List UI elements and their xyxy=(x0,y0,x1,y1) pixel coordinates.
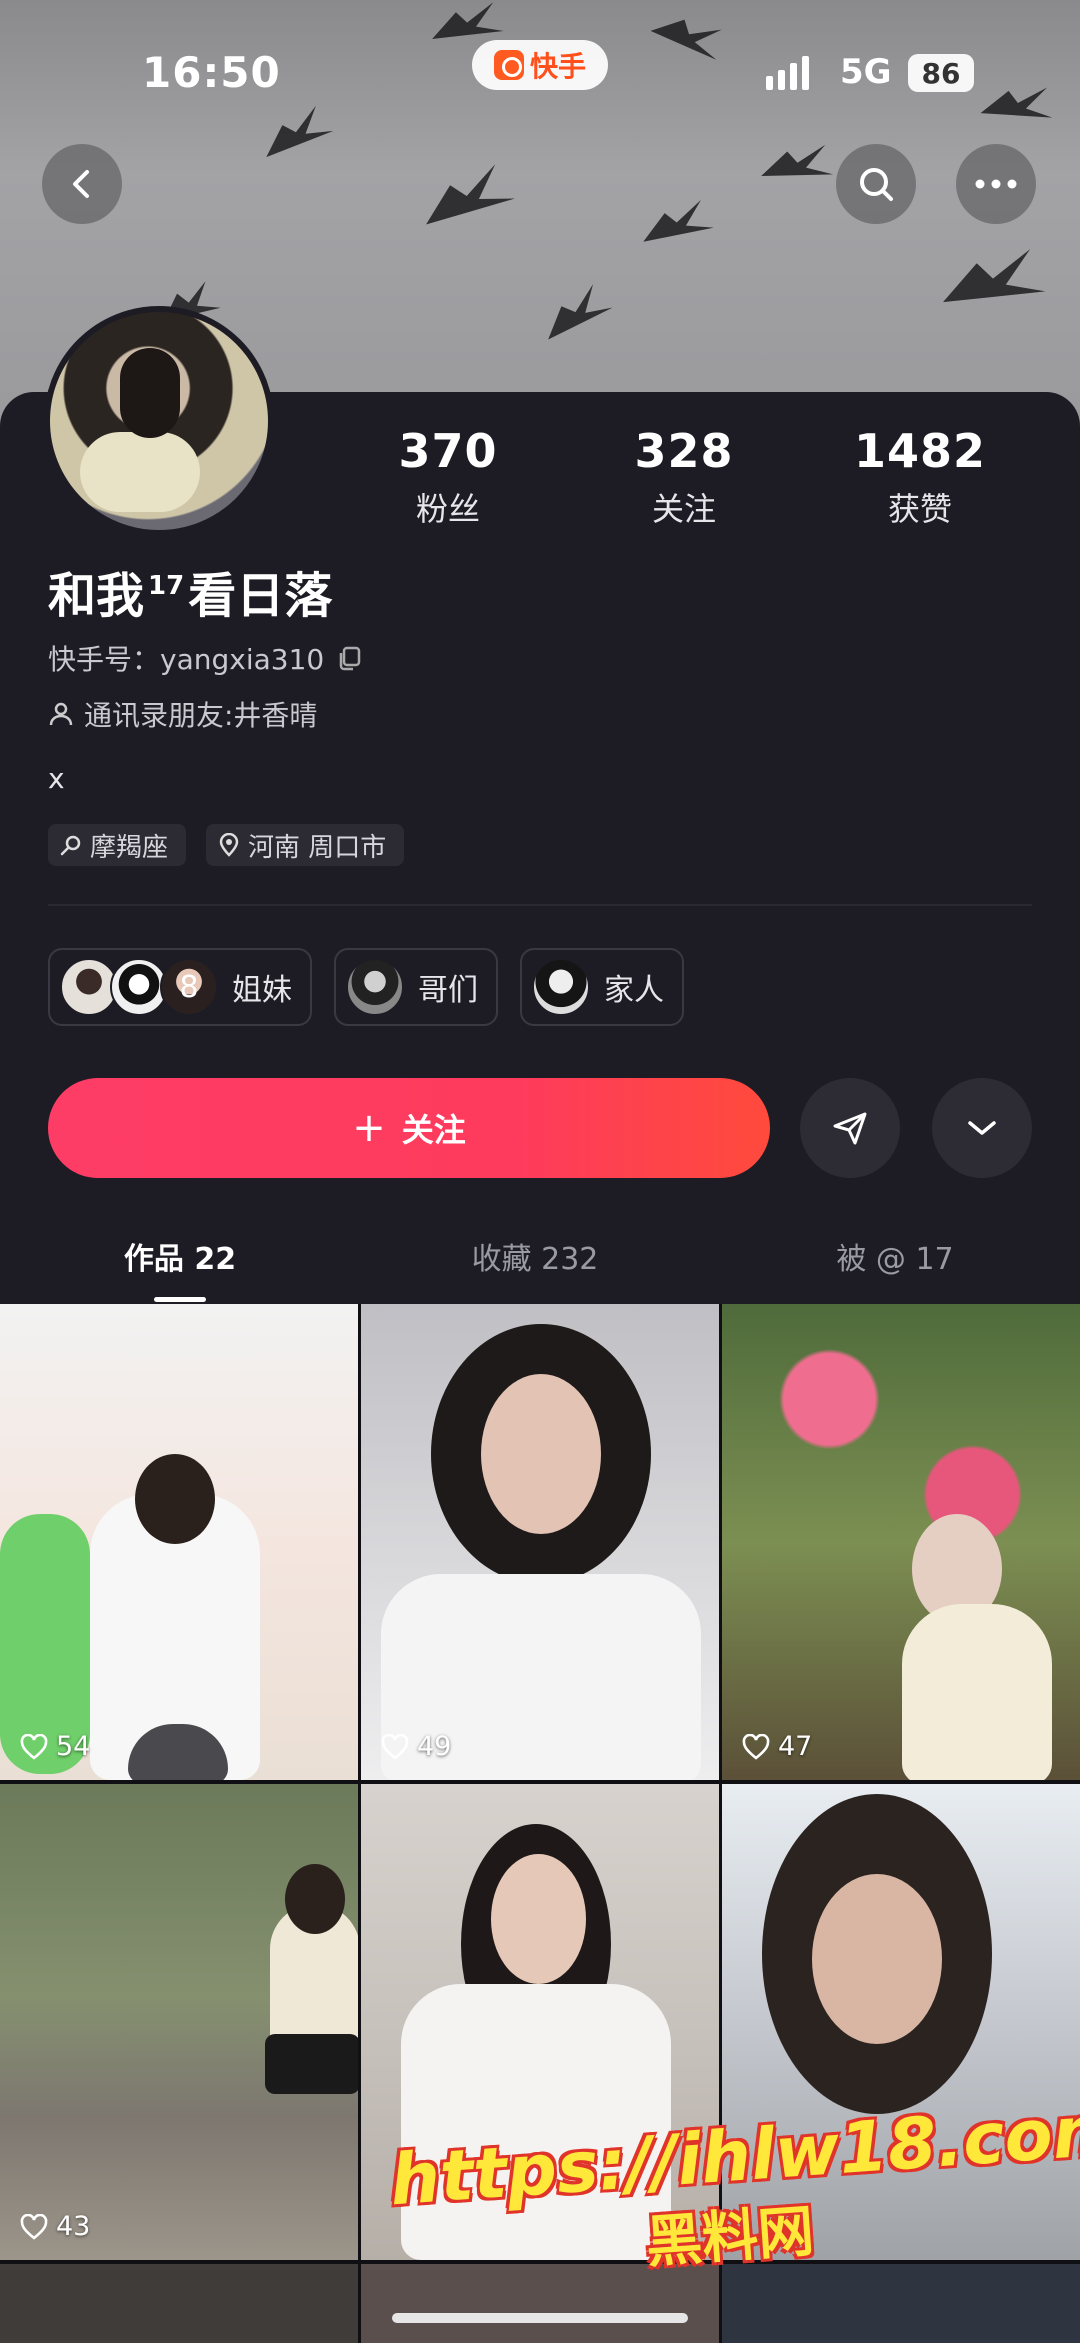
video-thumbnail[interactable]: 49 xyxy=(361,1304,719,1780)
group-member-avatar xyxy=(346,958,404,1016)
expand-button[interactable] xyxy=(932,1078,1032,1178)
heart-icon xyxy=(20,2213,48,2240)
tag-zodiac[interactable]: 摩羯座 xyxy=(48,824,187,866)
stat-value: 1482 xyxy=(853,424,987,478)
home-indicator xyxy=(392,2313,688,2323)
group-member-count: 8 xyxy=(160,958,218,1016)
butterfly-decor xyxy=(757,142,833,193)
like-count: 49 xyxy=(381,1731,451,1762)
stat-label: 粉丝 xyxy=(415,490,480,528)
share-button[interactable] xyxy=(800,1078,900,1178)
butterfly-decor xyxy=(257,103,334,171)
copy-icon[interactable] xyxy=(336,644,364,672)
kuaishou-logo-icon xyxy=(493,50,524,80)
stat-label: 获赞 xyxy=(887,490,952,528)
profile-bio: x xyxy=(48,762,65,795)
video-thumbnail[interactable]: 47 xyxy=(722,1304,1080,1780)
divider xyxy=(48,904,1032,906)
app-indicator: 快手 xyxy=(472,40,608,90)
kuaishou-id: 快手号：yangxia310 xyxy=(48,638,364,678)
heart-icon xyxy=(381,1733,409,1760)
search-icon xyxy=(860,168,893,201)
group-family[interactable]: 家人 xyxy=(520,948,684,1026)
stat-label: 关注 xyxy=(651,490,716,528)
app-name: 快手 xyxy=(529,50,586,83)
battery-icon: 86 xyxy=(908,54,974,92)
tag-location[interactable]: 河南 周口市 xyxy=(206,824,405,866)
heart-icon xyxy=(742,1733,770,1760)
group-label: 哥们 xyxy=(418,973,478,1008)
video-thumbnail[interactable] xyxy=(0,2264,358,2343)
butterfly-decor xyxy=(537,281,612,352)
group-label: 家人 xyxy=(604,973,664,1008)
profile-stats: 370 粉丝 328 关注 1482 获赞 xyxy=(330,424,1040,530)
avatar[interactable] xyxy=(44,306,274,536)
butterfly-decor xyxy=(934,244,1045,325)
back-button[interactable] xyxy=(42,144,122,224)
video-thumbnail[interactable]: 54 xyxy=(0,1304,358,1780)
follow-button[interactable]: + 关注 xyxy=(48,1078,770,1178)
tab-favorites[interactable]: 收藏 232 xyxy=(360,1216,710,1304)
plus-icon: + xyxy=(352,1105,386,1151)
zodiac-icon xyxy=(60,835,81,856)
more-dots-icon xyxy=(975,179,1017,189)
stat-followers[interactable]: 370 粉丝 xyxy=(330,424,566,530)
send-icon xyxy=(833,1112,867,1145)
video-thumbnail[interactable]: 43 xyxy=(0,1784,358,2260)
stat-value: 328 xyxy=(634,424,734,478)
friend-groups: 8 姐妹 哥们 家人 xyxy=(48,948,684,1026)
profile-name: 和我 17看日落 xyxy=(48,568,333,624)
tab-mentions[interactable]: 被 @ 17 xyxy=(710,1216,1080,1304)
status-time: 16:50 xyxy=(142,48,281,97)
signal-icon xyxy=(766,56,809,90)
like-count: 43 xyxy=(20,2211,90,2242)
contact-friend: 通讯录朋友:井香晴 xyxy=(48,694,317,734)
butterfly-decor xyxy=(636,197,714,257)
stat-value: 370 xyxy=(398,424,498,478)
like-count: 47 xyxy=(742,1731,812,1762)
group-label: 姐妹 xyxy=(232,973,292,1008)
chevron-down-icon xyxy=(968,1121,996,1135)
network-type: 5G xyxy=(840,52,892,92)
heart-icon xyxy=(20,1733,48,1760)
location-pin-icon xyxy=(219,833,239,857)
group-brothers[interactable]: 哥们 xyxy=(334,948,498,1026)
profile-tags: 摩羯座 河南 周口市 xyxy=(48,824,405,866)
more-options-button[interactable] xyxy=(956,144,1036,224)
butterfly-decor xyxy=(415,160,515,243)
chevron-left-icon xyxy=(73,170,89,198)
status-bar: 16:50 快手 5G 86 xyxy=(0,40,1080,110)
stat-likes[interactable]: 1482 获赞 xyxy=(802,424,1038,530)
stat-following[interactable]: 328 关注 xyxy=(566,424,802,530)
tab-works[interactable]: 作品 22 xyxy=(0,1216,360,1304)
group-member-avatar xyxy=(532,958,590,1016)
video-thumbnail[interactable] xyxy=(722,2264,1080,2343)
search-button[interactable] xyxy=(836,144,916,224)
group-sisters[interactable]: 8 姐妹 xyxy=(48,948,312,1026)
content-tabs: 作品 22 收藏 232 被 @ 17 xyxy=(0,1216,1080,1304)
like-count: 54 xyxy=(20,1731,90,1762)
person-icon xyxy=(49,702,73,726)
